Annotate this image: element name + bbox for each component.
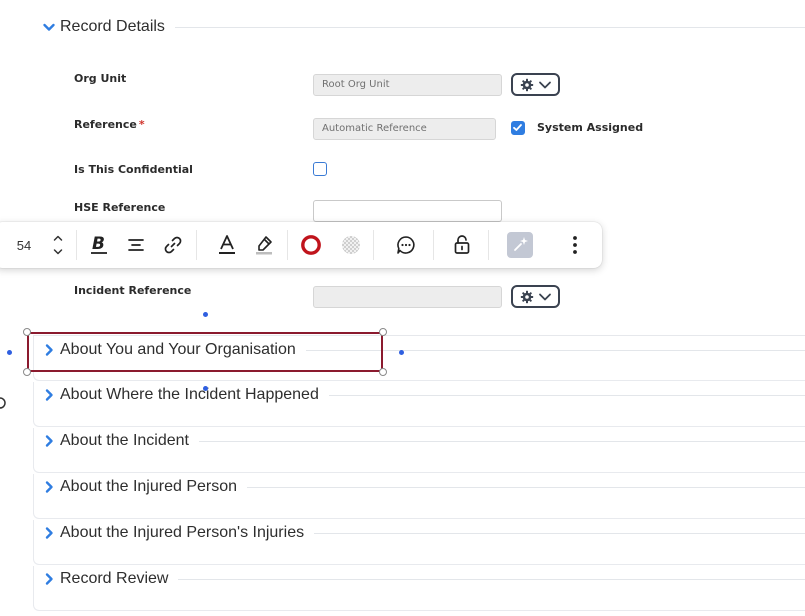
bold-button[interactable]: B <box>86 222 112 268</box>
checkmark-icon <box>513 124 522 131</box>
resize-handle-bottom-right[interactable] <box>379 368 387 376</box>
divider <box>488 230 489 260</box>
anchor-dot-top[interactable] <box>203 312 208 317</box>
chevron-right-icon <box>45 573 53 585</box>
chevron-down-icon <box>43 23 55 31</box>
section-title: About the Incident <box>60 432 189 449</box>
incident-reference-field[interactable] <box>313 286 502 308</box>
stepper-icon <box>53 235 63 255</box>
anchor-dot-bottom[interactable] <box>203 386 208 391</box>
system-assigned-label: System Assigned <box>537 121 644 134</box>
link-button[interactable] <box>160 222 186 268</box>
gear-icon <box>520 290 533 303</box>
highlighter-icon <box>256 236 272 255</box>
section-title: Record Details <box>60 18 165 35</box>
chevron-right-icon <box>45 435 53 447</box>
align-center-icon <box>128 239 144 251</box>
rotate-handle-icon[interactable] <box>0 395 10 411</box>
section-injured-person[interactable]: About the Injured Person <box>42 475 805 499</box>
section-where-incident[interactable]: About Where the Incident Happened <box>42 383 805 407</box>
selection-box[interactable] <box>27 332 383 372</box>
border-color-button[interactable] <box>298 222 324 268</box>
text-color-icon <box>219 235 235 254</box>
hse-reference-input[interactable] <box>313 200 502 222</box>
comment-icon <box>397 236 415 254</box>
confidential-checkbox[interactable] <box>313 162 327 176</box>
divider <box>373 230 374 260</box>
transparency-button[interactable] <box>338 222 364 268</box>
org-unit-label: Org Unit <box>74 72 127 85</box>
align-button[interactable] <box>123 222 149 268</box>
system-assigned-checkbox[interactable] <box>511 121 525 135</box>
lock-button[interactable] <box>449 222 475 268</box>
incident-reference-label: Incident Reference <box>74 284 192 297</box>
chevron-down-icon <box>538 293 551 300</box>
section-injuries[interactable]: About the Injured Person's Injuries <box>42 521 805 545</box>
magic-wand-icon <box>507 232 533 258</box>
reference-label: Reference * <box>74 118 145 131</box>
section-title: About the Injured Person's Injuries <box>60 524 305 541</box>
divider <box>174 26 805 28</box>
reference-label-text: Reference <box>74 118 137 131</box>
anchor-dot-right[interactable] <box>399 350 404 355</box>
resize-handle-top-right[interactable] <box>379 328 387 336</box>
required-marker: * <box>138 118 145 131</box>
section-record-details[interactable]: Record Details <box>42 15 805 39</box>
divider <box>198 440 805 442</box>
reference-field[interactable]: Automatic Reference <box>313 118 496 140</box>
chevron-right-icon <box>45 527 53 539</box>
section-about-incident[interactable]: About the Incident <box>42 429 805 453</box>
divider <box>178 578 805 580</box>
hse-reference-label: HSE Reference <box>74 201 166 214</box>
chevron-right-icon <box>45 481 53 493</box>
chevron-right-icon <box>45 389 53 401</box>
section-title: About the Injured Person <box>60 478 238 495</box>
text-color-button[interactable] <box>214 222 240 268</box>
gear-icon <box>520 78 533 91</box>
divider <box>328 394 805 396</box>
org-unit-field[interactable]: Root Org Unit <box>313 74 502 96</box>
resize-handle-bottom-left[interactable] <box>23 368 31 376</box>
bold-icon: B <box>91 234 107 254</box>
section-record-review[interactable]: Record Review <box>42 567 805 591</box>
font-size-value[interactable]: 54 <box>12 222 36 268</box>
anchor-dot-left[interactable] <box>7 350 12 355</box>
divider <box>433 230 434 260</box>
section-title: Record Review <box>60 570 169 587</box>
chevron-down-icon <box>538 81 551 88</box>
resize-handle-top-left[interactable] <box>23 328 31 336</box>
unlock-icon <box>454 235 470 254</box>
divider <box>196 230 197 260</box>
org-unit-options-button[interactable] <box>511 73 560 96</box>
svg-text:B: B <box>92 234 105 254</box>
divider <box>314 532 805 534</box>
comment-button[interactable] <box>393 222 419 268</box>
highlight-button[interactable] <box>251 222 277 268</box>
font-size-stepper[interactable] <box>50 222 66 268</box>
confidential-label: Is This Confidential <box>74 163 193 176</box>
more-vertical-icon <box>573 236 577 254</box>
incident-reference-options-button[interactable] <box>511 285 560 308</box>
floating-toolbar: 54 B <box>0 222 602 268</box>
transparency-icon <box>342 236 360 254</box>
section-title: About Where the Incident Happened <box>60 386 319 403</box>
divider <box>247 486 805 488</box>
border-color-icon <box>301 235 321 255</box>
divider <box>287 230 288 260</box>
magic-button[interactable] <box>505 222 535 268</box>
more-button[interactable] <box>565 222 585 268</box>
divider <box>76 230 77 260</box>
link-icon <box>164 236 182 254</box>
